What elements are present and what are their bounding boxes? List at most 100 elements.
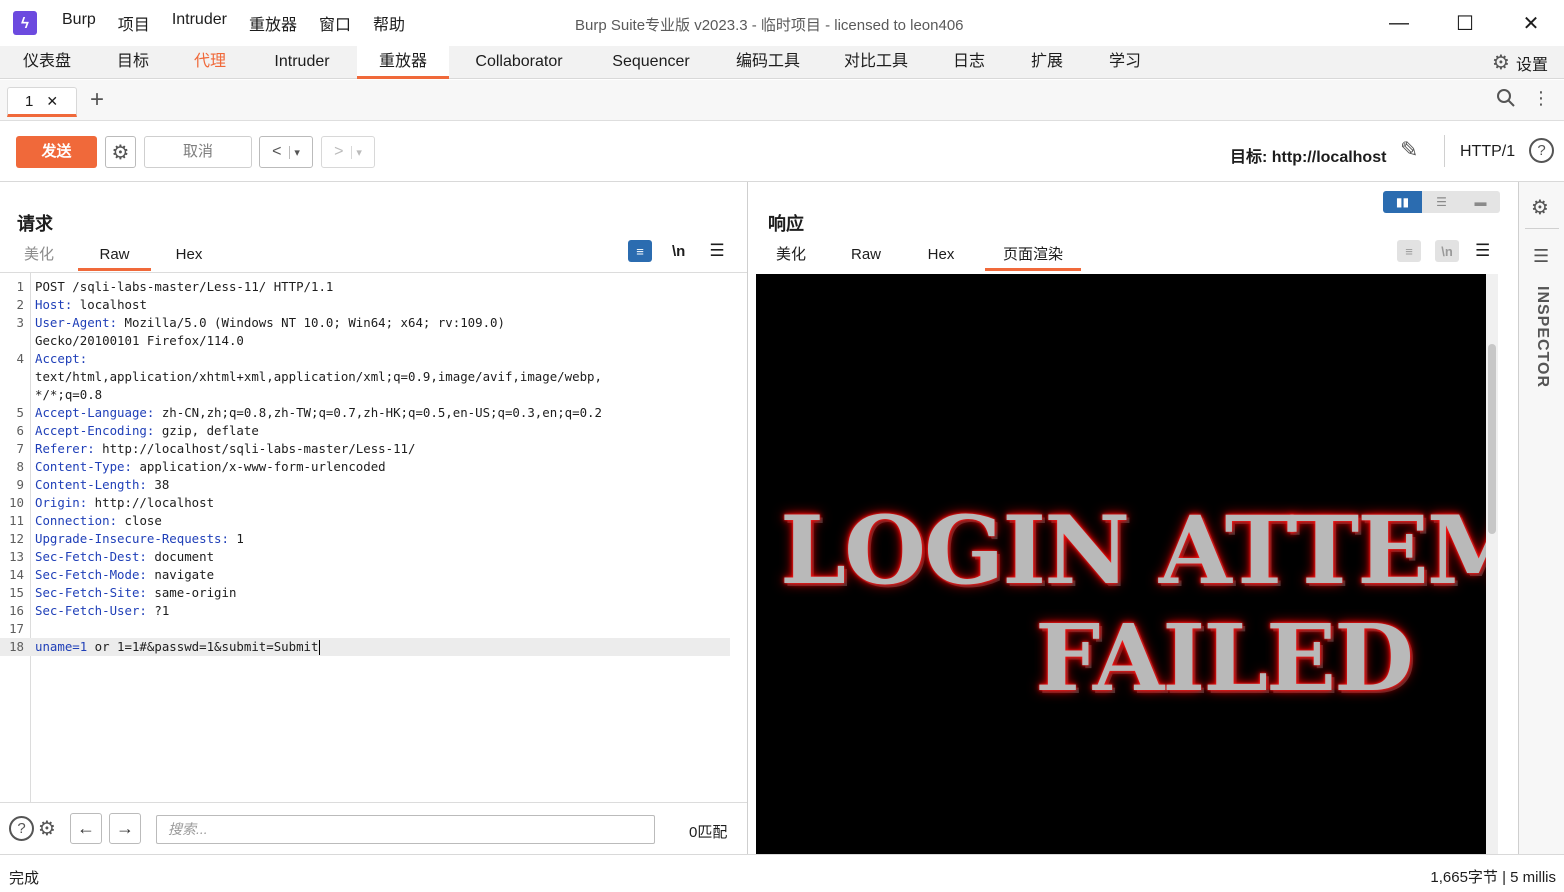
history-back-button[interactable]: < ▾ <box>259 136 313 168</box>
cancel-button[interactable]: 取消 <box>144 136 252 168</box>
tab-render[interactable]: 页面渲染 <box>985 242 1081 271</box>
request-line[interactable]: 13 Sec-Fetch-Dest: document <box>0 548 747 566</box>
menu-repeater[interactable]: 重放器 <box>249 11 297 35</box>
protocol-label[interactable]: HTTP/1 <box>1460 143 1515 161</box>
request-editor[interactable]: 1 POST /sqli-labs-master/Less-11/ HTTP/1.… <box>0 272 747 803</box>
request-line[interactable]: text/html,application/xhtml+xml,applicat… <box>0 368 747 386</box>
inspector-gear-icon[interactable]: ⚙ <box>1531 195 1549 220</box>
request-line[interactable]: 4 Accept: <box>0 350 747 368</box>
chevron-down-icon[interactable]: ▾ <box>289 145 300 159</box>
word-wrap-icon[interactable]: ≡ <box>1397 240 1421 262</box>
tab-pretty[interactable]: 美化 <box>8 242 70 271</box>
request-line[interactable]: 7 Referer: http://localhost/sqli-labs-mas… <box>0 440 747 458</box>
repeater-tab-1[interactable]: 1 ✕ <box>7 87 77 117</box>
request-line[interactable]: 6 Accept-Encoding: gzip, deflate <box>0 422 747 440</box>
word-wrap-icon[interactable]: ≡ <box>628 240 652 262</box>
search-input[interactable]: 搜索... <box>156 815 655 844</box>
tab-decoder[interactable]: 编码工具 <box>728 46 808 79</box>
tab-learn[interactable]: 学习 <box>1100 46 1150 79</box>
line-number: 6 <box>16 423 24 438</box>
forward-arrow-icon: > <box>334 143 344 160</box>
single-pane-icon[interactable]: ▬ <box>1461 191 1500 213</box>
line-code: Sec-Fetch-User: ?1 <box>35 602 169 620</box>
tab-hex[interactable]: Hex <box>158 242 220 271</box>
request-line[interactable]: 1 POST /sqli-labs-master/Less-11/ HTTP/1.… <box>0 278 747 296</box>
menu-project[interactable]: 项目 <box>118 11 150 35</box>
close-window-button[interactable]: ✕ <box>1498 0 1564 46</box>
line-code: */*;q=0.8 <box>35 386 102 404</box>
request-line[interactable]: 9 Content-Length: 38 <box>0 476 747 494</box>
line-code: Accept-Language: zh-CN,zh;q=0.8,zh-TW;q=… <box>35 404 602 422</box>
request-line[interactable]: 16 Sec-Fetch-User: ?1 <box>0 602 747 620</box>
split-horizontal-icon[interactable]: ▮▮ <box>1383 191 1422 213</box>
menu-window[interactable]: 窗口 <box>319 11 351 35</box>
request-settings-gear-icon[interactable]: ⚙ <box>105 136 136 168</box>
line-number: 11 <box>9 513 24 528</box>
inspector-toggle[interactable]: INSPECTOR <box>1533 286 1551 388</box>
tab-intruder[interactable]: Intruder <box>256 46 348 79</box>
inspector-sidebar: ⚙ ☰ INSPECTOR <box>1518 182 1564 854</box>
request-line[interactable]: 17 <box>0 620 747 638</box>
help-icon[interactable]: ? <box>1529 138 1554 163</box>
menu-icon[interactable]: ☰ <box>709 241 724 261</box>
tab-target[interactable]: 目标 <box>102 46 164 79</box>
repeater-toolbar: 发送 ⚙ 取消 < ▾ > ▾ 目标: http://localhost ✎ H… <box>0 121 1564 182</box>
request-line[interactable]: 12 Upgrade-Insecure-Requests: 1 <box>0 530 747 548</box>
chevron-down-icon[interactable]: ▾ <box>351 145 362 159</box>
menu-icon[interactable]: ☰ <box>1475 241 1490 261</box>
minimize-button[interactable]: — <box>1366 0 1432 46</box>
scrollbar-thumb[interactable] <box>1488 344 1496 534</box>
request-line[interactable]: 15 Sec-Fetch-Site: same-origin <box>0 584 747 602</box>
menu-burp[interactable]: Burp <box>62 11 96 35</box>
inspector-menu-icon[interactable]: ☰ <box>1533 246 1549 267</box>
tab-sequencer[interactable]: Sequencer <box>600 46 702 79</box>
tab-raw[interactable]: Raw <box>78 242 151 271</box>
add-tab-icon[interactable]: + <box>90 86 104 114</box>
history-forward-button[interactable]: > ▾ <box>321 136 375 168</box>
help-icon[interactable]: ? <box>9 816 34 841</box>
request-line[interactable]: 3 User-Agent: Mozilla/5.0 (Windows NT 10.… <box>0 314 747 332</box>
line-code: Sec-Fetch-Site: same-origin <box>35 584 236 602</box>
split-vertical-icon[interactable]: ☰ <box>1422 191 1461 213</box>
header-value: 38 <box>146 477 170 492</box>
line-number: 14 <box>9 567 24 582</box>
request-line[interactable]: 2 Host: localhost <box>0 296 747 314</box>
tab-comparer[interactable]: 对比工具 <box>836 46 916 79</box>
more-options-icon[interactable]: ⋮ <box>1532 88 1550 114</box>
request-line[interactable]: 11 Connection: close <box>0 512 747 530</box>
search-settings-gear-icon[interactable]: ⚙ <box>38 816 56 841</box>
request-line[interactable]: Gecko/20100101 Firefox/114.0 <box>0 332 747 350</box>
previous-match-button[interactable]: ← <box>70 813 102 844</box>
tab-pretty[interactable]: 美化 <box>761 242 821 271</box>
menu-help[interactable]: 帮助 <box>373 11 405 35</box>
maximize-button[interactable]: ☐ <box>1432 0 1498 46</box>
request-line[interactable]: 14 Sec-Fetch-Mode: navigate <box>0 566 747 584</box>
status-bar: 完成 1,665字节 | 5 millis <box>0 854 1564 892</box>
line-number: 16 <box>9 603 24 618</box>
request-line[interactable]: 10 Origin: http://localhost <box>0 494 747 512</box>
tab-repeater[interactable]: 重放器 <box>357 46 449 79</box>
tab-hex[interactable]: Hex <box>911 242 971 271</box>
search-icon[interactable] <box>1496 88 1516 114</box>
request-line[interactable]: 8 Content-Type: application/x-www-form-ur… <box>0 458 747 476</box>
text-cursor <box>319 640 321 655</box>
request-line[interactable]: 18 uname=1 or 1=1#&passwd=1&submit=Submit <box>0 638 730 656</box>
tab-raw[interactable]: Raw <box>837 242 895 271</box>
request-line[interactable]: */*;q=0.8 <box>0 386 747 404</box>
settings-button[interactable]: ⚙ 设置 <box>1492 46 1548 79</box>
tab-collaborator[interactable]: Collaborator <box>462 46 576 79</box>
edit-target-pencil-icon[interactable]: ✎ <box>1400 137 1418 163</box>
menu-intruder[interactable]: Intruder <box>172 11 227 35</box>
vertical-scrollbar[interactable] <box>1486 274 1498 854</box>
close-tab-icon[interactable]: ✕ <box>46 93 58 110</box>
newline-toggle-icon[interactable]: \n <box>672 243 685 260</box>
tab-logger[interactable]: 日志 <box>944 46 994 79</box>
newline-toggle-icon[interactable]: \n <box>1435 240 1459 262</box>
line-number: 17 <box>9 621 24 636</box>
tab-extensions[interactable]: 扩展 <box>1022 46 1072 79</box>
send-button[interactable]: 发送 <box>16 136 97 168</box>
next-match-button[interactable]: → <box>109 813 141 844</box>
tab-proxy[interactable]: 代理 <box>180 46 240 79</box>
request-line[interactable]: 5 Accept-Language: zh-CN,zh;q=0.8,zh-TW;q… <box>0 404 747 422</box>
tab-dashboard[interactable]: 仪表盘 <box>8 46 86 79</box>
